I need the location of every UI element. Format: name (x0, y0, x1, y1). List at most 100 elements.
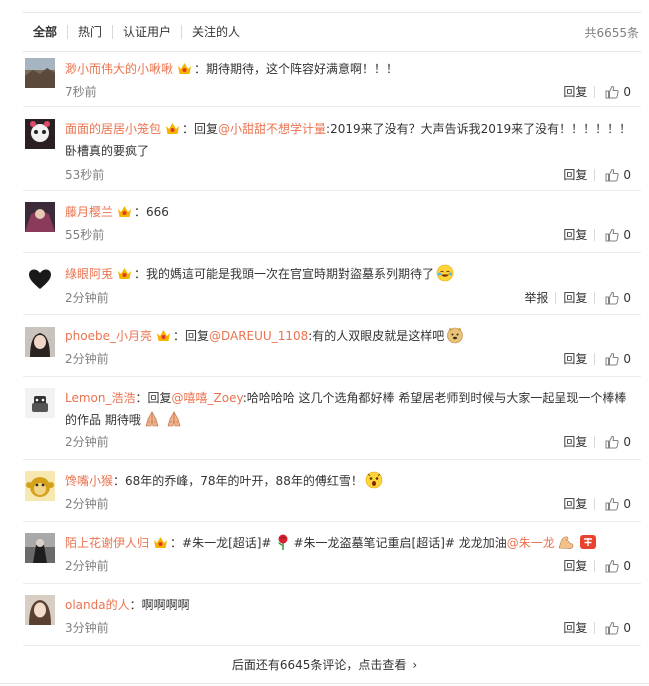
username[interactable]: 渺小而伟大的小啾啾 (65, 62, 173, 76)
cheer-badge-icon (579, 535, 596, 549)
comment-text: :有的人双眼皮就是这样吧 (308, 329, 445, 343)
avatar[interactable] (25, 327, 55, 357)
thumbs-up-icon (605, 291, 620, 304)
avatar[interactable] (25, 202, 55, 232)
comment-time: 2分钟前 (65, 559, 109, 573)
username[interactable]: 馋嘴小猴 (65, 474, 113, 488)
reply-button[interactable]: 回复 (556, 433, 594, 450)
load-more-label: 后面还有6645条评论，点击查看 (231, 658, 407, 672)
tab-following[interactable]: 关注的人 (181, 25, 250, 39)
like-button[interactable]: 0 (595, 621, 631, 635)
like-button[interactable]: 0 (595, 352, 631, 366)
username[interactable]: Lemon_浩浩 (65, 391, 136, 405)
comment-time: 53秒前 (65, 168, 105, 182)
avatar[interactable] (25, 119, 55, 149)
tab-hot[interactable]: 热门 (67, 25, 112, 39)
pray-emoji-icon (145, 410, 159, 427)
comment-item: 藤月樱兰 ：666 55秒前 回复 0 (23, 191, 641, 253)
reply-prefix: ：回复 (172, 329, 209, 343)
crown-icon (154, 537, 168, 548)
avatar[interactable] (25, 595, 55, 625)
comment-time: 7秒前 (65, 85, 97, 99)
like-count: 0 (623, 351, 631, 366)
like-button[interactable]: 0 (595, 228, 631, 242)
comment-text: ：我的媽這可能是我頭一次在官宣時期對盜墓系列期待了 (134, 267, 435, 281)
divider (0, 683, 649, 684)
crown-icon (118, 206, 132, 217)
thumbs-up-icon (605, 559, 620, 572)
reply-button[interactable]: 回复 (556, 226, 594, 243)
laugh-cry-emoji-icon (436, 264, 454, 282)
reply-button[interactable]: 回复 (556, 166, 594, 183)
username[interactable]: 面面的居居小笼包 (65, 122, 161, 136)
avatar[interactable] (25, 58, 55, 88)
reply-button[interactable]: 回复 (556, 350, 594, 367)
like-count: 0 (623, 558, 631, 573)
avatar[interactable] (25, 471, 55, 501)
load-more-comments-link[interactable]: 后面还有6645条评论，点击查看 › (0, 651, 649, 679)
avatar[interactable] (25, 264, 55, 294)
thumbs-up-icon (605, 435, 620, 448)
mention-link[interactable]: @朱一龙 (507, 536, 555, 550)
username[interactable]: 綠眼阿兎 (65, 267, 113, 281)
like-count: 0 (623, 620, 631, 635)
comment-text: ：期待期待，这个阵容好满意啊！！！ (194, 62, 399, 76)
total-count: 共6655条 (584, 25, 639, 40)
like-count: 0 (623, 84, 631, 99)
comment-time: 2分钟前 (65, 352, 109, 366)
like-button[interactable]: 0 (595, 559, 631, 573)
like-count: 0 (623, 434, 631, 449)
like-button[interactable]: 0 (595, 291, 631, 305)
crown-icon (166, 123, 180, 134)
reply-prefix: ：回复 (135, 391, 172, 405)
comment-item: olanda的人：啊啊啊啊 3分钟前 回复 0 (23, 584, 641, 646)
like-count: 0 (623, 290, 631, 305)
comment-text: ：#朱一龙[超话]# (170, 536, 272, 550)
mention-link[interactable]: @小甜甜不想学计量 (218, 122, 326, 136)
report-button[interactable]: 举报 (517, 289, 555, 306)
comment-time: 2分钟前 (65, 435, 109, 449)
username[interactable]: 藤月樱兰 (65, 205, 113, 219)
doge-emoji-icon (447, 327, 464, 344)
thumbs-up-icon (605, 168, 620, 181)
reply-button[interactable]: 回复 (556, 495, 594, 512)
username[interactable]: phoebe_小月亮 (65, 329, 152, 343)
like-button[interactable]: 0 (595, 435, 631, 449)
like-button[interactable]: 0 (595, 85, 631, 99)
comment-item: Lemon_浩浩：回复@嘻嘻_Zoey:哈哈哈哈 这几个选角都好棒 希望居老师到… (23, 377, 641, 460)
thumbs-up-icon (605, 352, 620, 365)
crown-icon (178, 63, 192, 74)
reply-button[interactable]: 回复 (556, 619, 594, 636)
shocked-emoji-icon (365, 471, 383, 489)
like-button[interactable]: 0 (595, 168, 631, 182)
mention-link[interactable]: @DAREUU_1108 (209, 329, 308, 343)
flex-arm-icon (558, 536, 574, 549)
comment-item: phoebe_小月亮 ：回复@DAREUU_1108:有的人双眼皮就是这样吧 2分… (23, 315, 641, 377)
comment-time: 2分钟前 (65, 497, 109, 511)
comment-time: 2分钟前 (65, 291, 109, 305)
comment-text: ：68年的乔峰，78年的叶开，88年的傅红雪！ (113, 474, 363, 488)
thumbs-up-icon (605, 621, 620, 634)
tab-all[interactable]: 全部 (23, 25, 67, 39)
username[interactable]: olanda的人 (65, 598, 130, 612)
comment-filter-tabs: 全部 热门 认证用户 关注的人 共6655条 (23, 12, 641, 52)
thumbs-up-icon (605, 85, 620, 98)
comment-text: ：666 (134, 205, 169, 219)
like-count: 0 (623, 167, 631, 182)
reply-prefix: ：回复 (182, 122, 219, 136)
crown-icon (156, 330, 170, 341)
reply-button[interactable]: 回复 (556, 557, 594, 574)
like-count: 0 (623, 496, 631, 511)
comment-item: 陌上花谢伊人归 ：#朱一龙[超话]# #朱一龙盗墓笔记重启[超话]# 龙龙加油@朱一… (23, 522, 641, 584)
chevron-right-icon: › (412, 658, 418, 672)
tab-verified-users[interactable]: 认证用户 (112, 25, 181, 39)
avatar[interactable] (25, 533, 55, 563)
reply-button[interactable]: 回复 (556, 83, 594, 100)
like-button[interactable]: 0 (595, 497, 631, 511)
thumbs-up-icon (605, 228, 620, 241)
avatar[interactable] (25, 388, 55, 418)
reply-button[interactable]: 回复 (556, 289, 594, 306)
mention-link[interactable]: @嘻嘻_Zoey (172, 391, 243, 405)
comment-text: ：啊啊啊啊 (129, 598, 190, 612)
username[interactable]: 陌上花谢伊人归 (65, 536, 149, 550)
